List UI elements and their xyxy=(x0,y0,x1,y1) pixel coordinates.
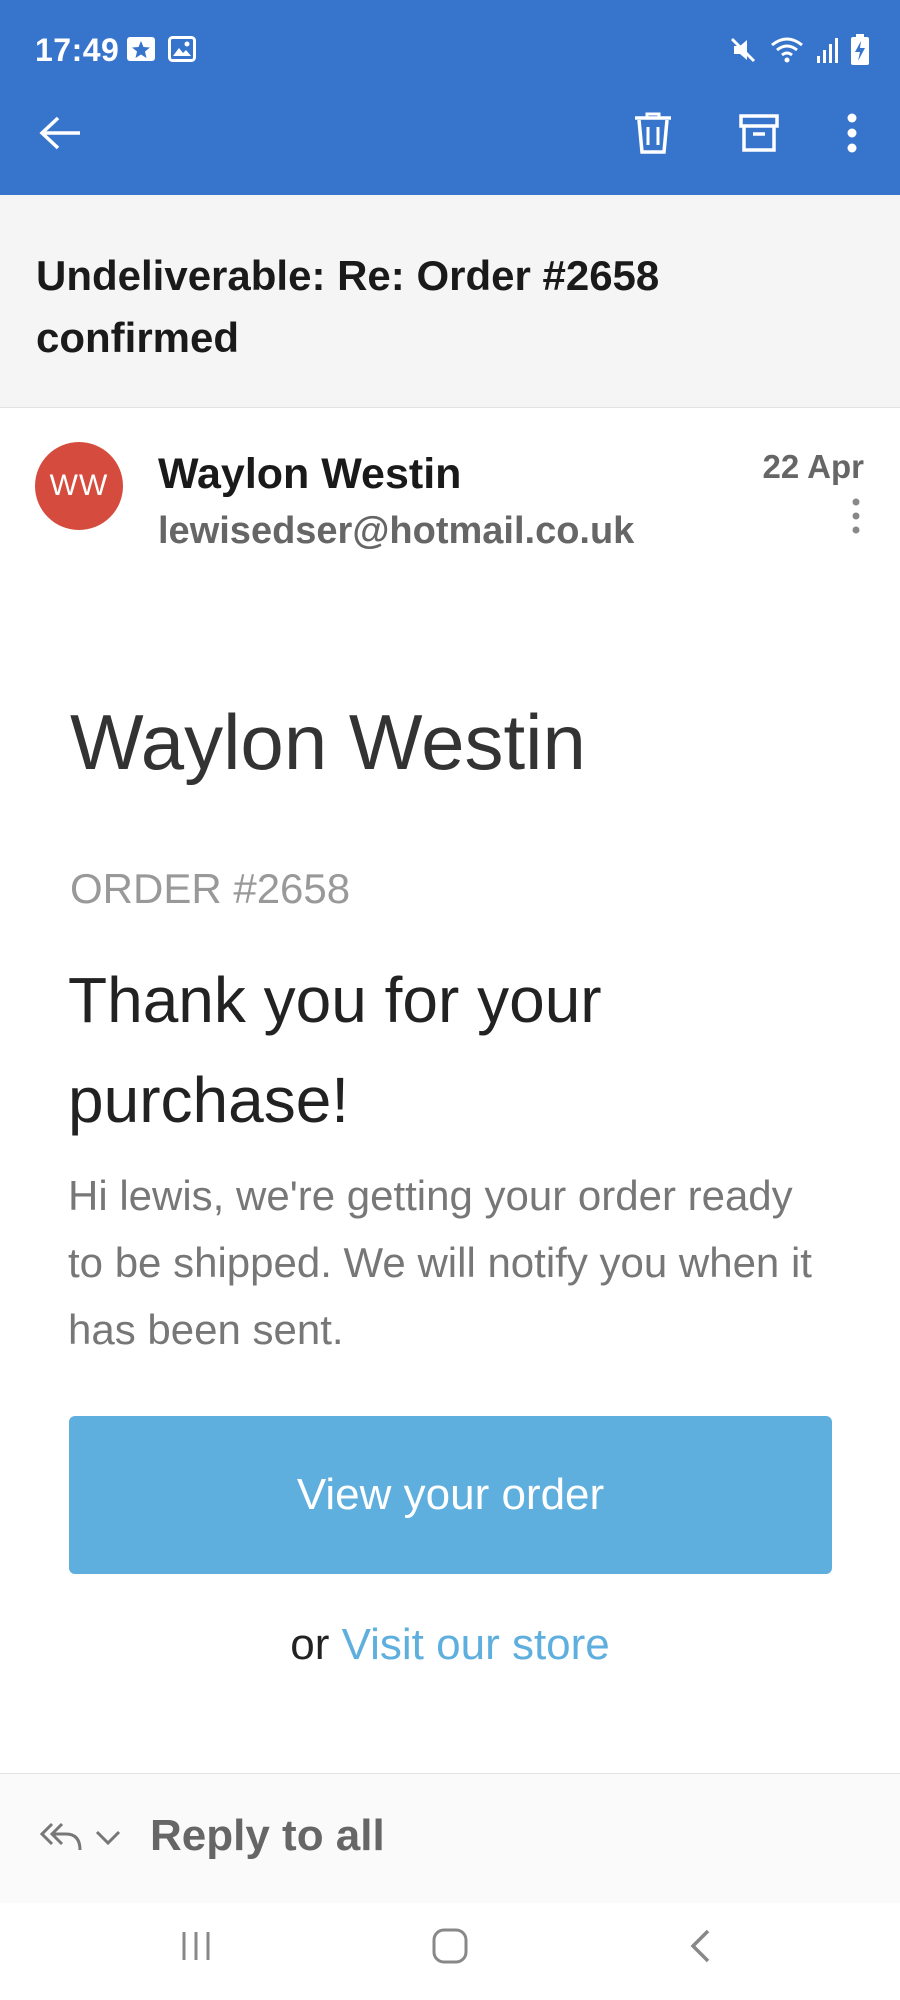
calendar-star-icon xyxy=(126,36,156,62)
more-options-button[interactable] xyxy=(822,105,882,165)
email-subject: Undeliverable: Re: Order #2658 confirmed xyxy=(36,252,660,361)
message-date: 22 Apr xyxy=(762,448,864,485)
signal-icon xyxy=(816,36,838,64)
or-text: or xyxy=(290,1620,330,1669)
reply-all-icon[interactable] xyxy=(38,1816,86,1860)
visit-store-link[interactable]: Visit our store xyxy=(342,1620,610,1669)
reply-bar: Reply to all xyxy=(0,1773,900,1903)
recents-icon xyxy=(179,1930,213,1967)
thank-you-heading: Thank you for your purchase! xyxy=(68,964,602,1136)
battery-charging-icon xyxy=(850,34,870,66)
order-label: ORDER #2658 xyxy=(70,865,351,912)
more-vert-icon xyxy=(851,498,861,539)
status-right-icons xyxy=(728,34,870,66)
trash-icon xyxy=(634,111,672,160)
more-vert-icon xyxy=(846,113,858,158)
home-button[interactable] xyxy=(410,1923,490,1973)
order-message: Hi lewis, we're getting your order ready… xyxy=(68,1172,812,1353)
status-time: 17:49 xyxy=(35,32,120,68)
archive-icon xyxy=(739,113,779,158)
avatar[interactable]: WW xyxy=(35,442,123,530)
back-arrow-icon xyxy=(38,115,82,156)
store-name: Waylon Westin xyxy=(70,698,586,786)
home-icon xyxy=(432,1928,468,1969)
chevron-down-icon[interactable] xyxy=(92,1822,124,1854)
system-nav-bar xyxy=(0,1903,900,2000)
wifi-icon xyxy=(770,35,804,65)
back-button[interactable] xyxy=(30,105,90,165)
mute-icon xyxy=(728,35,758,65)
reply-all-button[interactable]: Reply to all xyxy=(150,1811,385,1861)
delete-button[interactable] xyxy=(623,105,683,165)
recents-button[interactable] xyxy=(156,1923,236,1973)
image-icon xyxy=(168,36,196,62)
sender-name[interactable]: Waylon Westin xyxy=(158,450,461,499)
nav-back-button[interactable] xyxy=(660,1923,740,1973)
archive-button[interactable] xyxy=(729,105,789,165)
subject-bar: Undeliverable: Re: Order #2658 confirmed xyxy=(0,195,900,408)
app-bar: 17:49 xyxy=(0,0,900,195)
back-icon xyxy=(688,1928,712,1969)
sender-email[interactable]: lewisedser@hotmail.co.uk xyxy=(158,510,634,553)
view-order-button[interactable]: View your order xyxy=(69,1416,832,1574)
store-link-line: or Visit our store xyxy=(0,1620,900,1670)
message-more-button[interactable] xyxy=(838,496,874,540)
status-left-icons xyxy=(126,36,196,62)
